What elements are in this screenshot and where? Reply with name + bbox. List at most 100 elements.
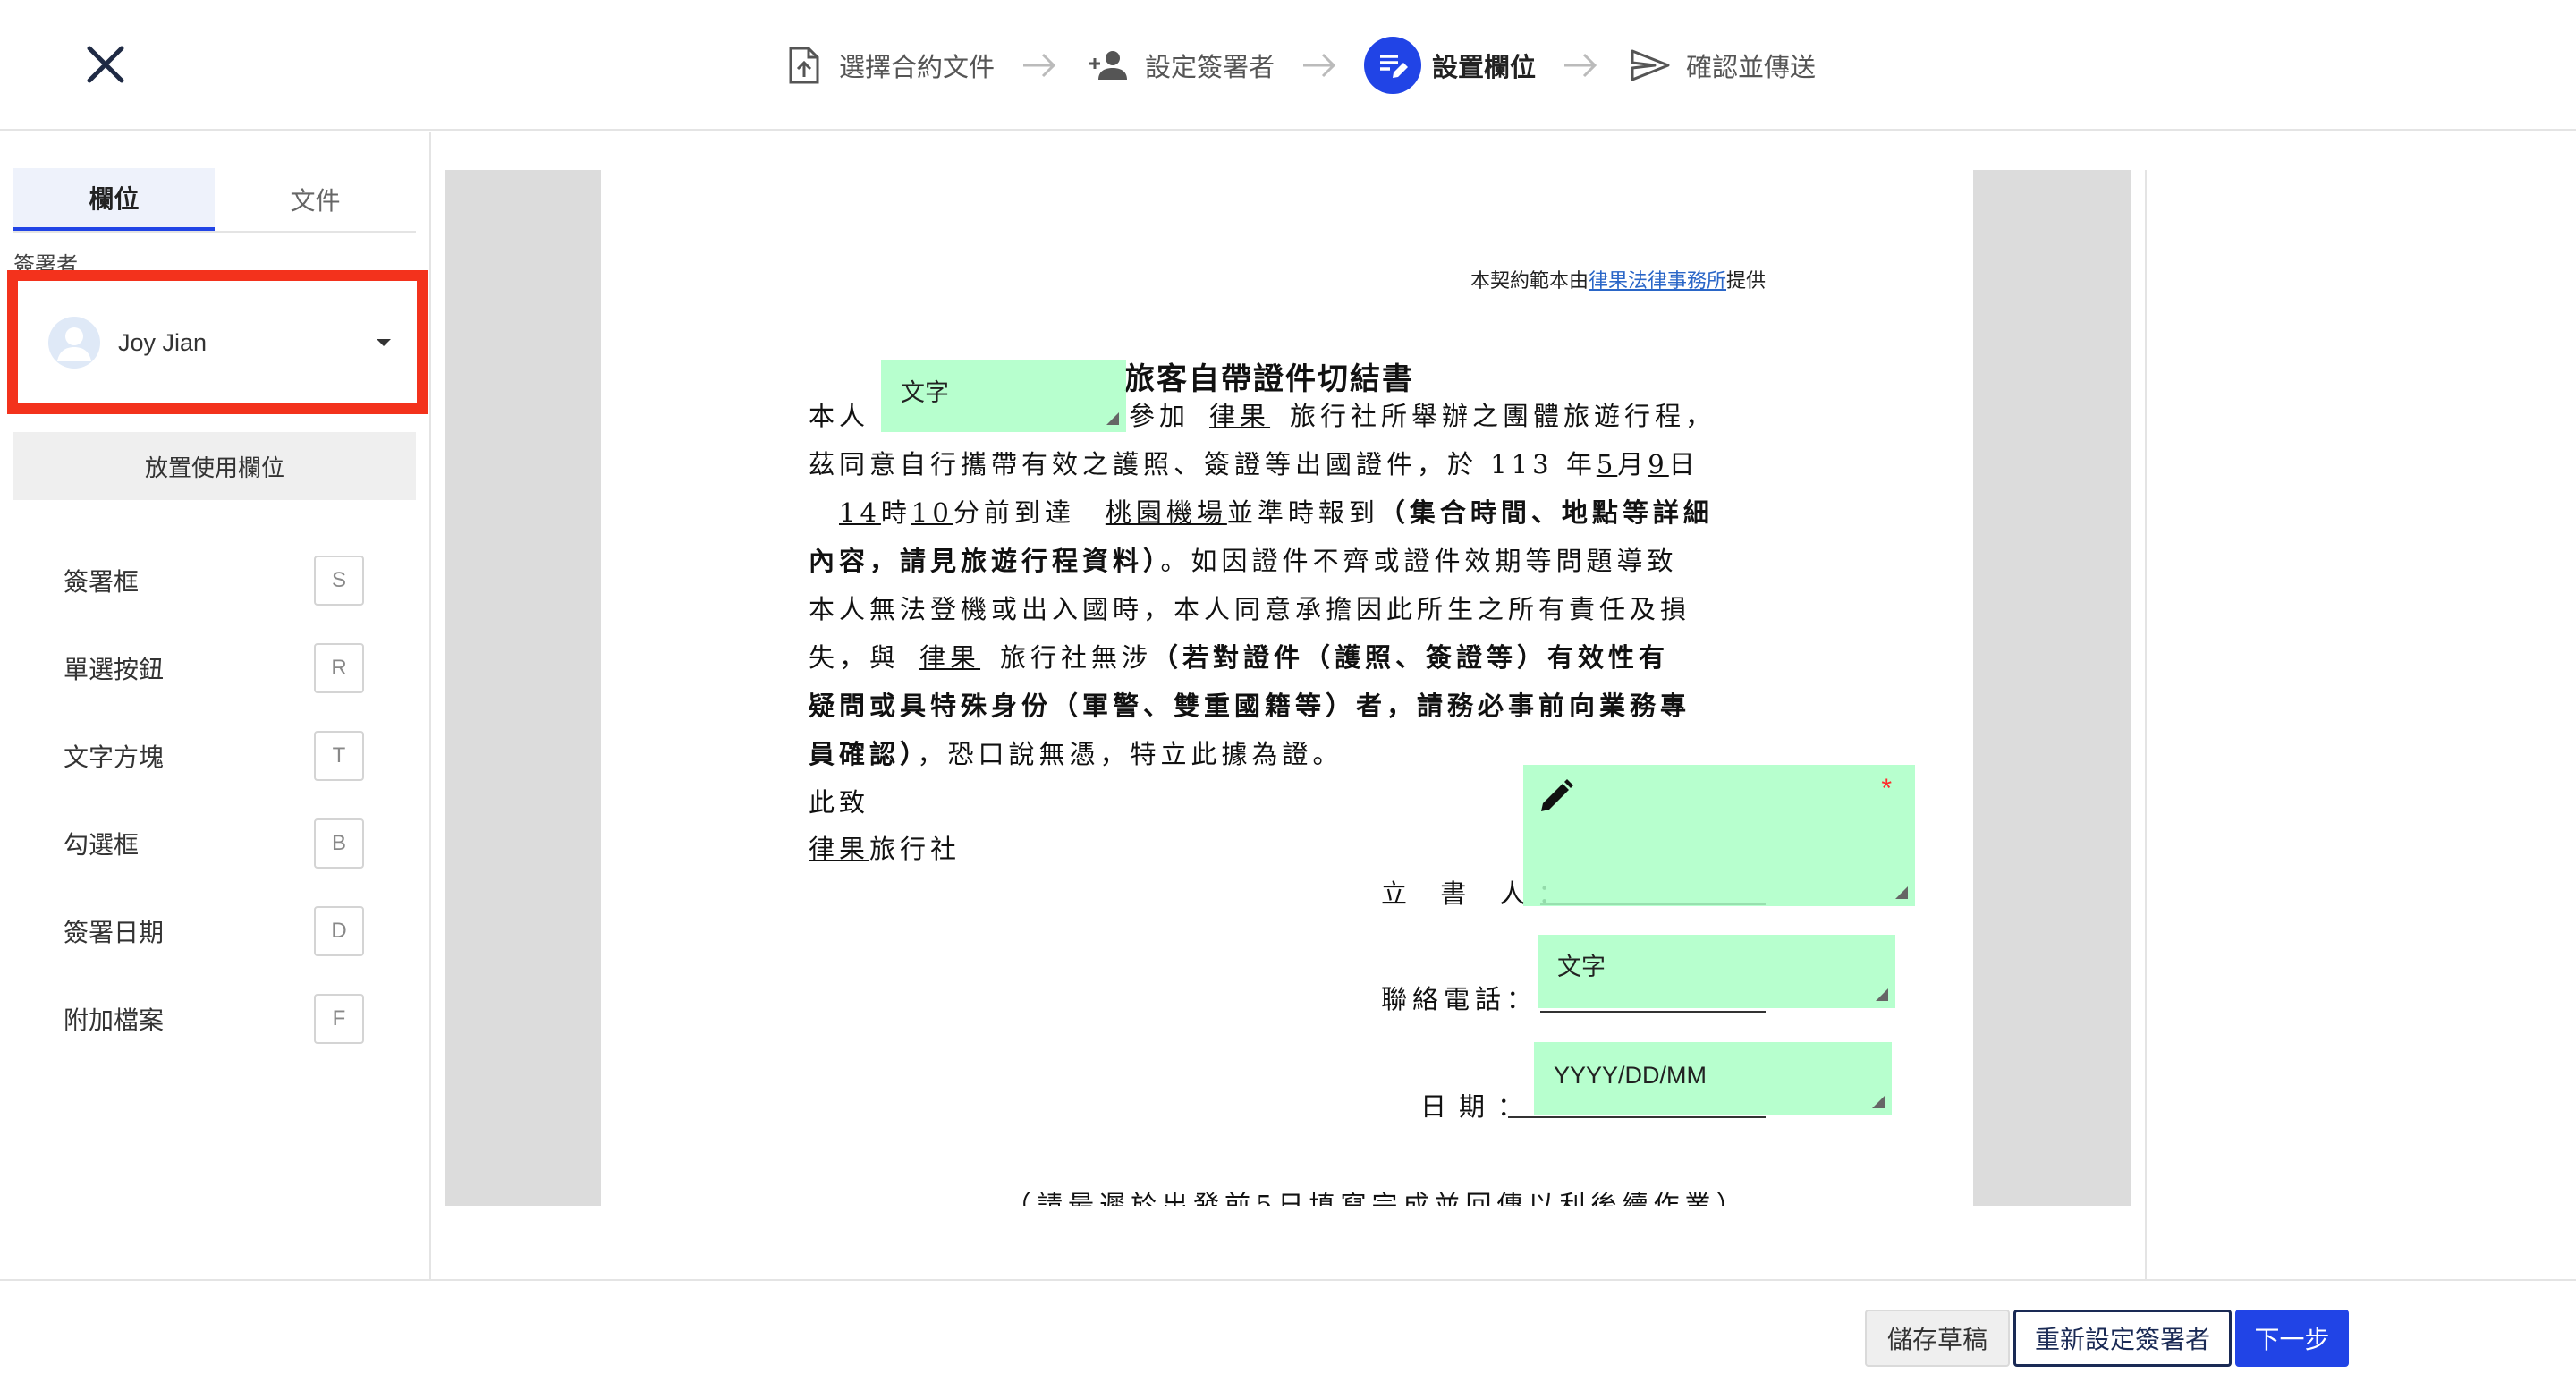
resize-handle-icon[interactable] — [1876, 988, 1888, 1001]
send-icon — [1625, 40, 1675, 90]
line-bold: 內容，請見旅遊行程資料） — [809, 546, 1161, 576]
doc-line-7: 疑問或具特殊身份（軍警、雙重國籍等）者，請務必事前向業務專 — [809, 691, 1691, 721]
date-rule — [1508, 1116, 1766, 1118]
step-label: 選擇合約文件 — [839, 54, 996, 82]
shortcut-key: R — [314, 643, 364, 693]
line-text: 本人 — [809, 401, 870, 431]
doc-line-5: 本人無法登機或出入國時，本人同意承擔因此所生之所有責任及損 — [809, 594, 1691, 624]
arrow-right-icon — [1300, 46, 1339, 85]
document-title: 旅客自帶證件切結書 — [1124, 361, 1414, 397]
month-value: 5 — [1596, 449, 1618, 479]
field-label: 簽署框 — [64, 568, 140, 596]
doc-line-6: 失，與 律果 旅行社無涉（若對證件（護照、簽證等）有效性有 — [809, 637, 1669, 674]
line-text: ，恐口說無憑，特立此據為證。 — [917, 739, 1343, 769]
resize-handle-icon[interactable] — [1872, 1096, 1885, 1108]
place-fields-button[interactable]: 放置使用欄位 — [13, 432, 416, 500]
step-label: 設定簽署者 — [1145, 54, 1275, 82]
field-label: 勾選框 — [64, 831, 140, 859]
agency-name: 律果 — [1209, 401, 1271, 431]
line-text: 旅行社無涉 — [1000, 642, 1153, 673]
hour-value: 14 — [839, 497, 881, 528]
field-textbox[interactable]: 文字方塊 T — [13, 712, 416, 800]
file-upload-icon — [778, 40, 828, 90]
meeting-place: 桃園機場 — [1105, 497, 1227, 528]
edit-list-icon — [1364, 37, 1422, 94]
resize-handle-icon[interactable] — [1106, 412, 1119, 425]
next-step-button[interactable]: 下一步 — [2235, 1310, 2349, 1367]
caret-down-icon — [370, 329, 397, 356]
top-bar: 選擇合約文件 設定簽署者 設置欄位 確認並傳送 — [0, 0, 2576, 131]
reset-signers-button[interactable]: 重新設定簽署者 — [2013, 1310, 2232, 1367]
line-text: 失，與 — [809, 642, 901, 673]
line-bold: 員確認） — [809, 739, 918, 769]
credit-suffix: 提供 — [1725, 270, 1766, 293]
phone-rule — [1540, 1011, 1766, 1013]
placed-text-field-name[interactable]: 文字 — [881, 360, 1126, 432]
minute-value: 10 — [911, 497, 953, 528]
shortcut-key: T — [314, 731, 364, 781]
agency-name: 律果 — [809, 834, 870, 864]
doc-line-3: 14時10分前到達 桃園機場並準時報到（集合時間、地點等詳細 — [809, 492, 1714, 530]
field-label: 簽署日期 — [64, 919, 165, 946]
signer-select[interactable]: Joy Jian — [32, 295, 406, 390]
tab-fields[interactable]: 欄位 — [13, 168, 215, 231]
shortcut-key: F — [314, 994, 364, 1044]
close-icon[interactable] — [82, 41, 129, 88]
document-footnote: （請最遲於出發前5日填寫完成並回傳以利後續作業） — [1005, 1190, 1748, 1206]
tab-documents[interactable]: 文件 — [215, 168, 416, 231]
pencil-icon — [1538, 777, 1575, 815]
arrow-right-icon — [1561, 46, 1600, 85]
line-text: 並準時報到 — [1226, 497, 1379, 528]
avatar — [48, 317, 100, 369]
line-text: 時 — [880, 497, 911, 528]
step-select-document[interactable]: 選擇合約文件 — [778, 34, 995, 97]
line-bold: （若對證件（護照、簽證等）有效性有 — [1152, 642, 1670, 673]
save-draft-button[interactable]: 儲存草稿 — [1865, 1310, 2010, 1367]
resize-handle-icon[interactable] — [1895, 886, 1908, 899]
field-label: 單選按鈕 — [64, 656, 165, 683]
template-credit: 本契約範本由律果法律事務所提供 — [1470, 265, 1766, 293]
step-set-signers[interactable]: 設定簽署者 — [1084, 34, 1275, 97]
progress-stepper: 選擇合約文件 設定簽署者 設置欄位 確認並傳送 — [778, 34, 1816, 97]
document-viewer[interactable]: 本契約範本由律果法律事務所提供 旅客自帶證件切結書 本人 參加 律果 旅行社所舉辦之團… — [445, 170, 2131, 1206]
agency-name: 律果 — [919, 642, 981, 673]
placed-signature-field[interactable]: * — [1523, 765, 1915, 906]
line-bold: （集合時間、地點等詳細 — [1378, 497, 1714, 528]
field-signature[interactable]: 簽署框 S — [13, 537, 416, 624]
doc-line-2: 茲同意自行攜帶有效之護照、簽證等出國證件，於 113 年5月9日 — [809, 444, 1699, 481]
field-label: 文字方塊 — [64, 743, 165, 771]
doc-line-8: 員確認），恐口說無憑，特立此據為證。 — [809, 734, 1343, 771]
field-label: 附加檔案 — [64, 1006, 165, 1034]
line-text: 年 — [1565, 449, 1597, 479]
field-attachment[interactable]: 附加檔案 F — [13, 975, 416, 1063]
shortcut-key: S — [314, 556, 364, 606]
placed-text-field-phone[interactable]: 文字 — [1538, 935, 1895, 1008]
step-label: 設置欄位 — [1432, 54, 1537, 82]
field-placeholder: 文字 — [1557, 954, 1606, 980]
signer-name: Joy Jian — [118, 328, 208, 356]
placed-date-field[interactable]: YYYY/DD/MM — [1534, 1042, 1892, 1115]
doc-line-10: 律果旅行社 — [809, 828, 961, 866]
field-checkbox[interactable]: 勾選框 B — [13, 800, 416, 887]
step-set-fields[interactable]: 設置欄位 — [1364, 34, 1536, 97]
field-type-list: 簽署框 S 單選按鈕 R 文字方塊 T 勾選框 B 簽署日期 D 附加檔案 F — [13, 537, 416, 1063]
step-confirm-send[interactable]: 確認並傳送 — [1625, 34, 1816, 97]
arrow-right-icon — [1020, 46, 1059, 85]
field-sign-date[interactable]: 簽署日期 D — [13, 887, 416, 975]
field-radio[interactable]: 單選按鈕 R — [13, 624, 416, 712]
credit-prefix: 本契約範本由 — [1470, 270, 1589, 293]
bottom-bar: 儲存草稿 重新設定簽署者 下一步 — [0, 1279, 2576, 1391]
shortcut-key: B — [314, 818, 364, 869]
line-text: 茲同意自行攜帶有效之護照、簽證等出國證件，於 — [809, 449, 1479, 479]
line-text: 旅行社 — [869, 834, 962, 864]
phone-line-label: 聯絡電話： — [1381, 984, 1538, 1014]
line-text: 月 — [1617, 449, 1648, 479]
line-text: 旅行社所舉辦之團體旅遊行程， — [1290, 401, 1716, 431]
required-mark: * — [1881, 774, 1892, 803]
doc-line-9: 此致 — [809, 787, 870, 818]
line-text: 。如因證件不齊或證件效期等問題導致 — [1160, 546, 1678, 576]
line-text: 日 — [1668, 449, 1699, 479]
step-label: 確認並傳送 — [1686, 54, 1817, 82]
field-sidebar: 欄位 文件 簽署者 Joy Jian 放置使用欄位 簽署框 S 單選按鈕 R 文… — [0, 132, 431, 1279]
law-firm-link[interactable]: 律果法律事務所 — [1589, 270, 1726, 293]
